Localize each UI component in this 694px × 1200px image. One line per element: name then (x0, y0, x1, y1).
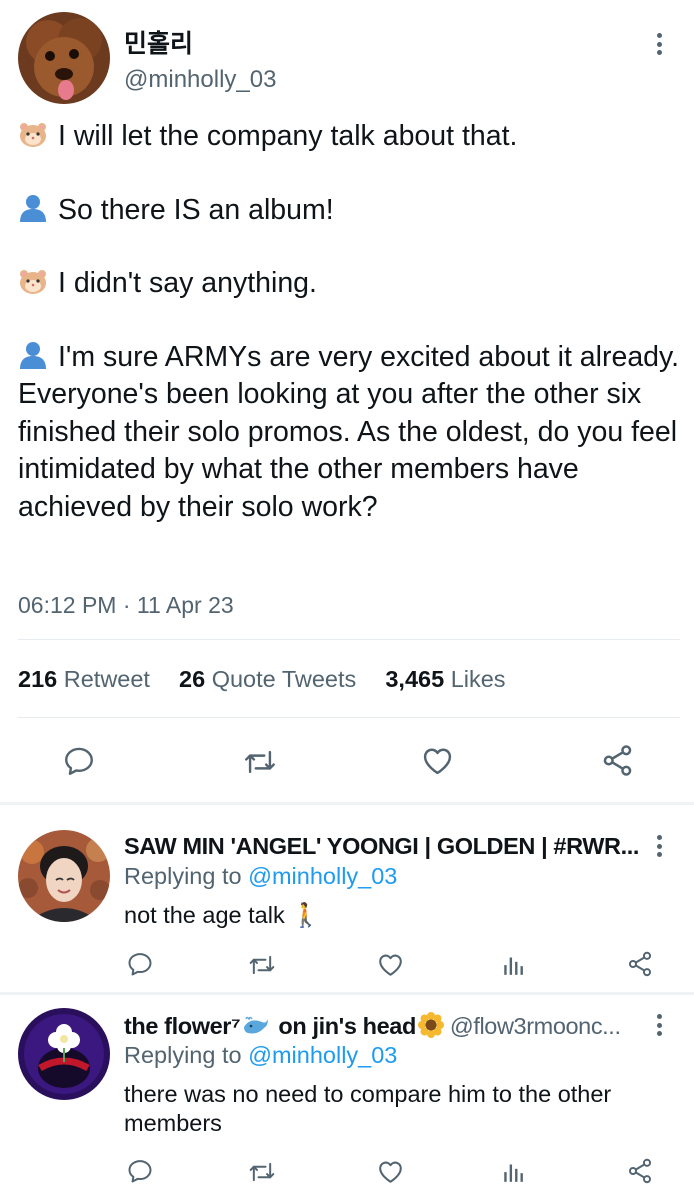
replying-to-prefix: Replying to (124, 863, 242, 889)
replying-to-handle[interactable]: @minholly_03 (248, 863, 397, 889)
retweet-count-link[interactable]: 216 Retweet (18, 666, 150, 692)
like-icon[interactable] (420, 743, 455, 778)
retweet-icon[interactable] (243, 745, 277, 779)
analytics-icon[interactable] (501, 951, 527, 977)
replying-to: Replying to @minholly_03 (124, 1042, 397, 1069)
section-divider (0, 802, 694, 805)
tweet-line-1: I will let the company talk about that. (58, 120, 518, 152)
author-display-name[interactable]: 민홀리 (124, 24, 193, 60)
reply-text: there was no need to compare him to the … (124, 1081, 612, 1136)
reply-author[interactable]: the flower⁷ on jin's head @flow3rmoonc... (124, 1012, 621, 1040)
replying-to-prefix: Replying to (124, 1042, 242, 1068)
divider (18, 717, 680, 718)
quote-count: 26 (179, 666, 206, 692)
like-label: Likes (450, 666, 506, 692)
reply-avatar[interactable] (18, 830, 110, 922)
share-icon[interactable] (626, 950, 654, 978)
quote-label: Quote Tweets (211, 666, 357, 692)
share-icon[interactable] (600, 743, 635, 778)
section-divider (0, 992, 694, 995)
analytics-icon[interactable] (501, 1158, 527, 1184)
hamster-emoji-icon (18, 119, 48, 149)
replying-to-handle[interactable]: @minholly_03 (248, 1042, 397, 1068)
reply-icon[interactable] (62, 744, 96, 778)
like-icon[interactable] (376, 1157, 405, 1186)
like-count: 3,465 (385, 666, 445, 692)
divider (18, 639, 680, 640)
reply-avatar[interactable] (18, 1008, 110, 1100)
more-icon[interactable] (656, 835, 662, 857)
retweet-count: 216 (18, 666, 58, 692)
more-icon[interactable] (656, 1014, 662, 1036)
reply-text: not the age talk 🚶 (124, 902, 321, 928)
person-emoji-icon (18, 193, 48, 223)
reply-display-name: the flower⁷ (124, 1013, 241, 1039)
reply-handle: @flow3rmoonc... (449, 1013, 621, 1039)
whale-emoji-icon (242, 1015, 270, 1037)
like-icon[interactable] (376, 950, 405, 979)
tweet-timestamp[interactable]: 06:12 PM · 11 Apr 23 (18, 592, 234, 619)
tweet-text: I will let the company talk about that. … (18, 118, 684, 526)
hamster-emoji-icon (18, 266, 48, 296)
sunflower-emoji-icon (417, 1012, 444, 1038)
retweet-label: Retweet (63, 666, 150, 692)
reply-icon[interactable] (126, 1157, 154, 1185)
more-icon[interactable] (656, 33, 662, 55)
reply-display-name[interactable]: SAW MIN 'ANGEL' YOONGI | GOLDEN | #RWR..… (124, 833, 639, 860)
quote-count-link[interactable]: 26 Quote Tweets (179, 666, 356, 692)
tweet-line-4: I'm sure ARMYs are very excited about it… (18, 340, 680, 523)
retweet-icon[interactable] (248, 951, 276, 979)
share-icon[interactable] (626, 1157, 654, 1185)
like-count-link[interactable]: 3,465 Likes (385, 666, 505, 692)
reply-icon[interactable] (126, 950, 154, 978)
author-handle[interactable]: @minholly_03 (124, 66, 276, 94)
retweet-icon[interactable] (248, 1158, 276, 1186)
replying-to: Replying to @minholly_03 (124, 863, 397, 890)
author-avatar[interactable] (18, 12, 110, 104)
tweet-line-2: So there IS an album! (58, 193, 334, 226)
tweet-line-3: I didn't say anything. (58, 267, 317, 299)
tweet-stats: 216 Retweet 26 Quote Tweets 3,465 Likes (18, 666, 506, 693)
person-emoji-icon (18, 340, 48, 370)
reply-display-name-suffix: on jin's head (272, 1013, 416, 1039)
